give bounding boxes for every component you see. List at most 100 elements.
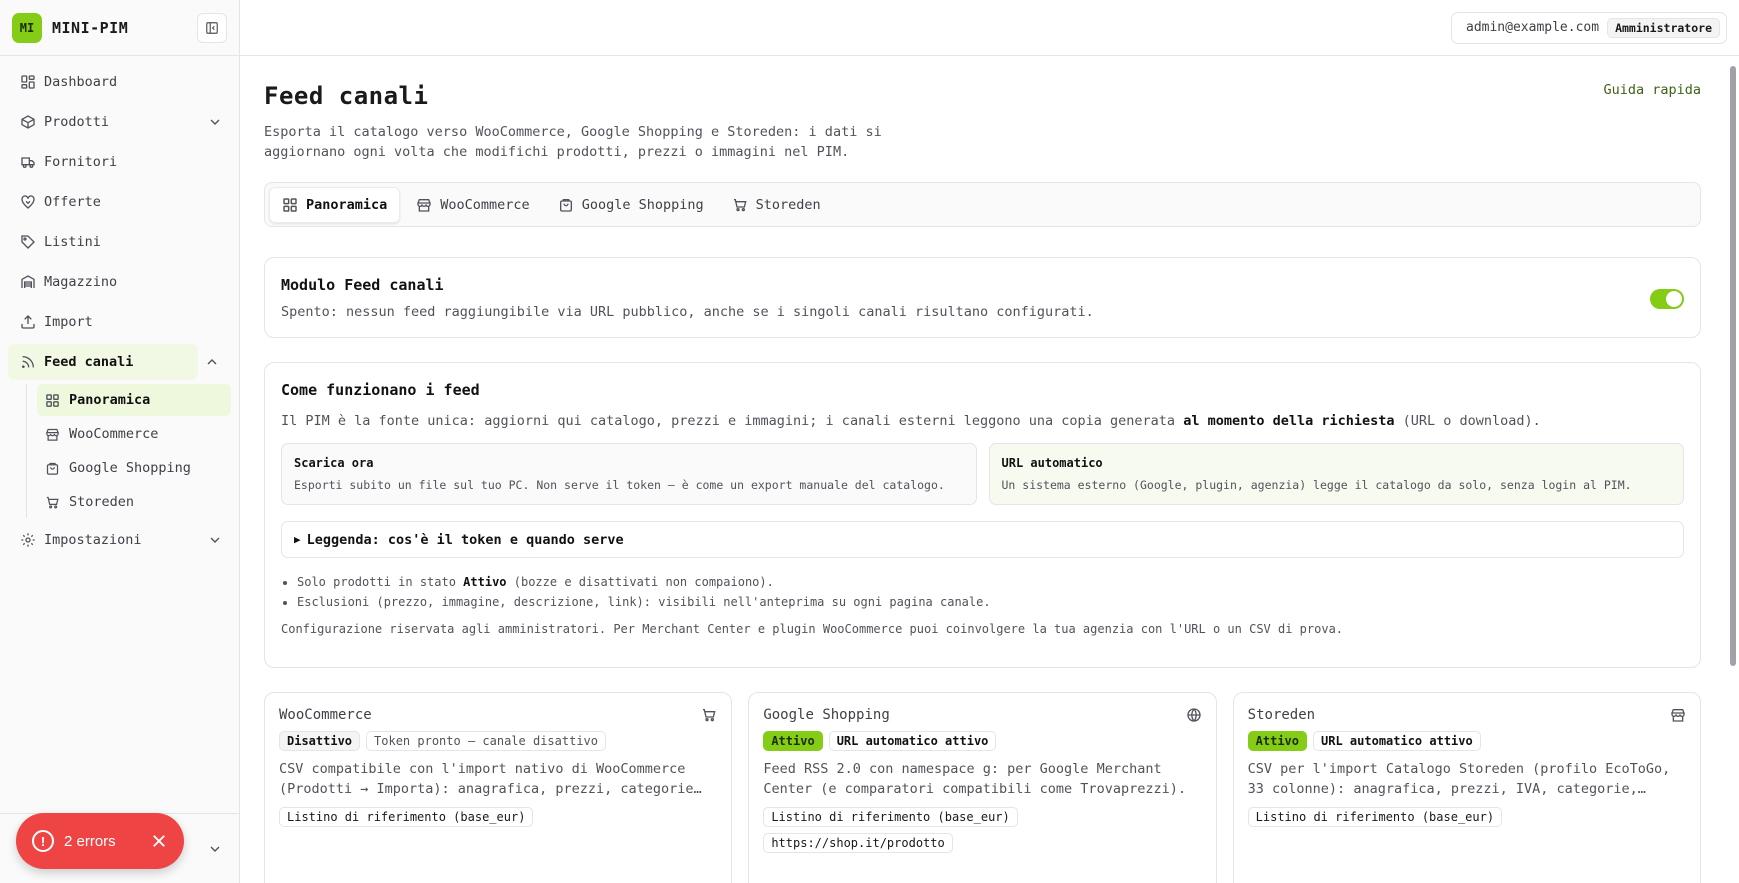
- scrollbar[interactable]: [1729, 58, 1737, 880]
- sidebar-item-label: Impostazioni: [44, 532, 142, 548]
- alert-icon: !: [32, 830, 54, 852]
- info-badge: URL automatico attivo: [828, 731, 997, 751]
- tab-label: WooCommerce: [440, 196, 530, 213]
- app-root: MI MINI-PIM Dashboard Prodotti Fornitori: [0, 0, 1739, 883]
- sidebar-nav: Dashboard Prodotti Fornitori Offerte Lis…: [0, 56, 239, 570]
- info-badge: URL automatico attivo: [1313, 731, 1481, 751]
- sidebar-item-prodotti[interactable]: Prodotti: [8, 104, 231, 140]
- how-title: Come funzionano i feed: [281, 381, 480, 399]
- sidebar-item-fornitori[interactable]: Fornitori: [8, 144, 231, 180]
- chevron-down-icon[interactable]: [207, 532, 223, 548]
- subnav-item-label: Google Shopping: [69, 460, 191, 476]
- subnav-item-label: Storeden: [69, 494, 135, 510]
- tab-woocommerce[interactable]: WooCommerce: [404, 187, 541, 223]
- channel-card-woocommerce[interactable]: WooCommerce Disattivo Token pronto — can…: [264, 692, 733, 883]
- topbar: admin@example.com Amministratore: [240, 0, 1739, 56]
- subnav-item-panoramica[interactable]: Panoramica: [37, 384, 231, 416]
- rss-icon: [20, 354, 36, 370]
- tab-label: Google Shopping: [581, 196, 704, 213]
- how-intro-bold: al momento della richiesta: [1183, 413, 1395, 429]
- legend-disclosure[interactable]: ▶ Leggenda: cos'è il token e quando serv…: [281, 521, 1684, 558]
- channel-name: Google Shopping: [763, 707, 890, 723]
- pricelist-chip: Listino di riferimento (base_eur): [763, 807, 1018, 827]
- automatic-url-box: URL automatico Un sistema esterno (Googl…: [988, 443, 1684, 505]
- page-description: Esporta il catalogo verso WooCommerce, G…: [264, 124, 882, 160]
- legend-label: Leggenda: cos'è il token e quando serve: [306, 531, 624, 548]
- subnav-item-woocommerce[interactable]: WooCommerce: [37, 418, 231, 450]
- channel-card-storeden[interactable]: Storeden Attivo URL automatico attivo CS…: [1232, 692, 1701, 883]
- main-area: admin@example.com Amministratore Feed ca…: [240, 0, 1739, 883]
- cart-icon: [732, 197, 748, 213]
- chevron-up-icon[interactable]: [204, 354, 220, 370]
- channel-name: WooCommerce: [279, 707, 372, 723]
- sidebar-item-label: Fornitori: [44, 154, 118, 170]
- gear-icon: [20, 532, 36, 548]
- sidebar-item-label: Prodotti: [44, 114, 110, 130]
- sidebar-item-listini[interactable]: Listini: [8, 224, 231, 260]
- chevron-down-icon[interactable]: [207, 841, 223, 857]
- channel-badges: Attivo URL automatico attivo: [1247, 731, 1686, 751]
- tab-bar: Panoramica WooCommerce Google Shopping S…: [264, 182, 1701, 227]
- user-menu[interactable]: admin@example.com Amministratore: [1451, 11, 1727, 44]
- how-intro: Il PIM è la fonte unica: aggiorni qui ca…: [281, 413, 1684, 429]
- bullet-text: Solo prodotti in stato: [297, 575, 464, 589]
- channel-card-google-shopping[interactable]: Google Shopping Attivo URL automatico at…: [748, 692, 1217, 883]
- sidebar-item-import[interactable]: Import: [8, 304, 231, 340]
- channel-badges: Attivo URL automatico attivo: [763, 731, 1201, 751]
- page-content: Feed canali Guida rapida Esporta il cata…: [240, 56, 1739, 883]
- channel-chips: Listino di riferimento (base_eur): [1247, 807, 1686, 827]
- sidebar-item-dashboard[interactable]: Dashboard: [8, 64, 231, 100]
- how-it-works-card: Come funzionano i feed Il PIM è la fonte…: [264, 362, 1701, 668]
- box-icon: [20, 114, 36, 130]
- list-item: Esclusioni (prezzo, immagine, descrizion…: [297, 592, 1684, 612]
- user-email: admin@example.com: [1466, 20, 1600, 35]
- error-count: 2 errors: [64, 832, 116, 850]
- sidebar-item-magazzino[interactable]: Magazzino: [8, 264, 231, 300]
- status-badge: Attivo: [1247, 731, 1308, 751]
- tab-panoramica[interactable]: Panoramica: [269, 186, 401, 223]
- grid-icon: [45, 393, 60, 408]
- sidebar-item-label: Magazzino: [44, 274, 118, 290]
- logo[interactable]: MI: [12, 12, 42, 43]
- dashboard-icon: [20, 74, 36, 90]
- channel-cards: WooCommerce Disattivo Token pronto — can…: [264, 692, 1701, 883]
- channel-header: Google Shopping: [763, 707, 1201, 723]
- sidebar-item-label: Offerte: [44, 194, 101, 210]
- tab-google-shopping[interactable]: Google Shopping: [546, 187, 716, 223]
- bullet-bold: Attivo: [463, 575, 507, 589]
- sidebar-item-feed-canali[interactable]: Feed canali: [8, 344, 217, 380]
- page-title: Feed canali: [264, 82, 429, 110]
- grid-icon: [282, 197, 298, 213]
- channel-description: Feed RSS 2.0 con namespace g: per Google…: [763, 761, 1186, 797]
- scrollbar-thumb[interactable]: [1730, 66, 1736, 666]
- subnav-item-storeden[interactable]: Storeden: [37, 486, 231, 518]
- sidebar-item-offerte[interactable]: Offerte: [8, 184, 231, 220]
- sidebar-item-impostazioni[interactable]: Impostazioni: [8, 522, 231, 558]
- box-text: Esporti subito un file sul tuo PC. Non s…: [294, 478, 945, 492]
- store-icon: [416, 197, 432, 213]
- sidebar-item-label: Listini: [44, 234, 101, 250]
- brand-name[interactable]: MINI-PIM: [52, 19, 128, 37]
- how-intro-text-end: (URL o download).: [1394, 413, 1541, 429]
- chevron-down-icon[interactable]: [207, 114, 223, 130]
- guide-link[interactable]: Guida rapida: [1603, 82, 1701, 98]
- subnav-item-google-shopping[interactable]: Google Shopping: [37, 452, 231, 484]
- channel-description: CSV compatibile con l'import nativo di W…: [279, 761, 702, 797]
- close-icon[interactable]: [150, 832, 168, 850]
- collapse-sidebar-button[interactable]: [197, 12, 227, 43]
- module-toggle[interactable]: [1650, 289, 1684, 309]
- tag-icon: [20, 234, 36, 250]
- error-toast[interactable]: ! 2 errors: [16, 813, 184, 869]
- shopping-bag-icon: [558, 197, 574, 213]
- tab-label: Storeden: [755, 196, 821, 213]
- cart-icon: [45, 495, 60, 510]
- info-badge: Token pronto — canale disattivo: [366, 731, 606, 751]
- subnav-item-label: Panoramica: [69, 392, 151, 408]
- warehouse-icon: [20, 274, 36, 290]
- sidebar: MI MINI-PIM Dashboard Prodotti Fornitori: [0, 0, 240, 883]
- shopping-bag-icon: [45, 461, 60, 476]
- role-badge: Amministratore: [1607, 17, 1720, 38]
- tab-storeden[interactable]: Storeden: [720, 187, 833, 223]
- store-icon: [45, 427, 60, 442]
- sidebar-item-label: Dashboard: [44, 74, 118, 90]
